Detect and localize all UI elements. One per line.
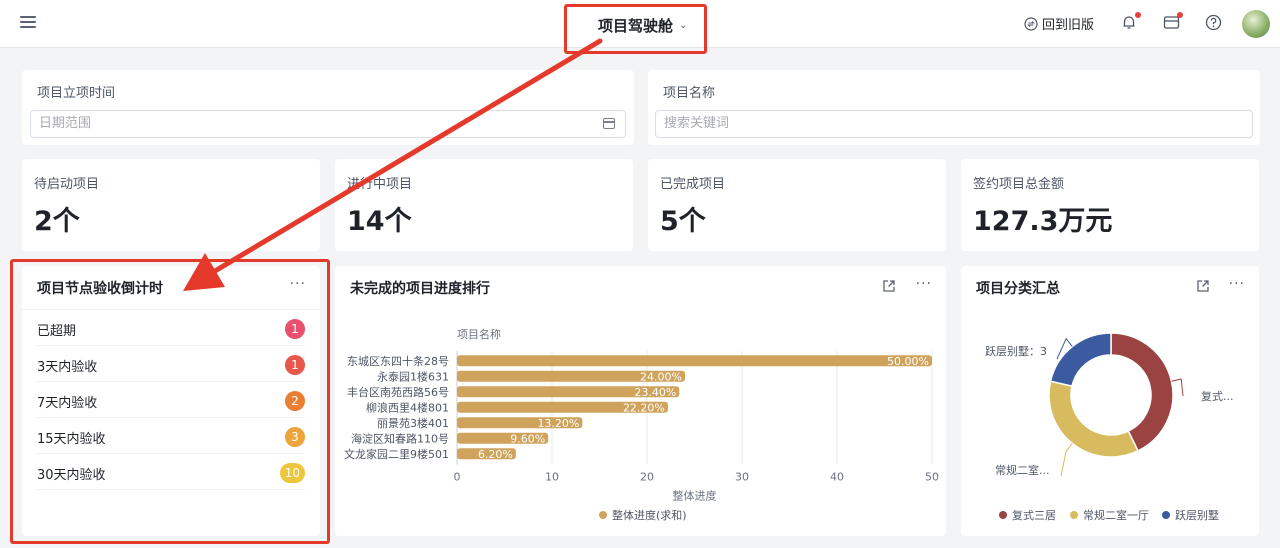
annotation-arrow [183, 38, 603, 291]
